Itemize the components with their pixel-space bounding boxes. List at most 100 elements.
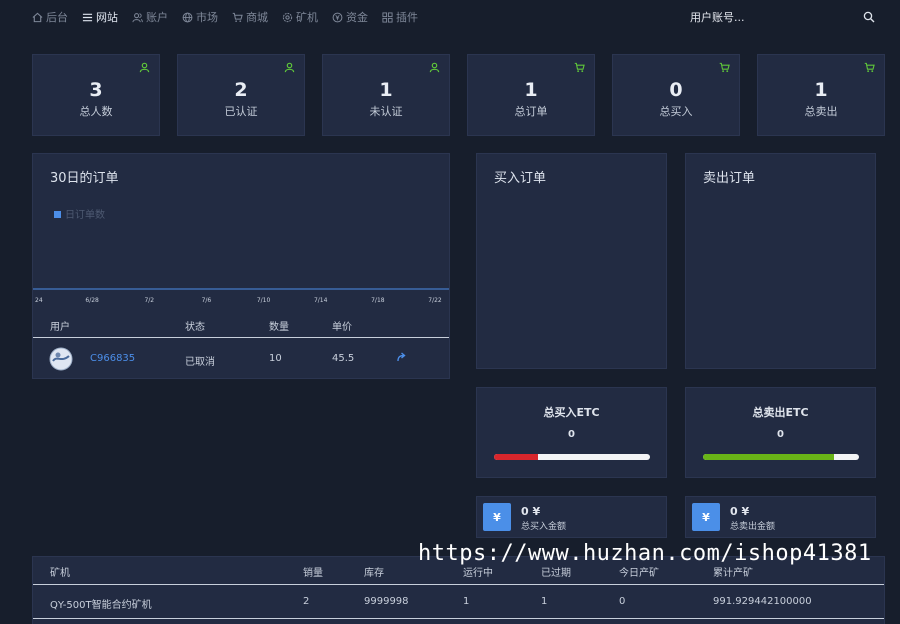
table-header-today: 今日产矿 xyxy=(619,568,659,579)
table-header-expired: 已过期 xyxy=(541,568,571,579)
gear-icon xyxy=(282,12,293,22)
orders-panel: 30日的订单 日订单数 24 6/28 7/2 7/6 7/10 7/14 7/18 7/22… xyxy=(32,153,450,379)
table-header-sold: 销量 xyxy=(303,568,323,579)
summary-value: 0 xyxy=(777,429,784,440)
legend-swatch xyxy=(54,211,61,218)
nav-item-funds[interactable]: 资金 xyxy=(332,9,368,25)
order-user-link[interactable]: C966835 xyxy=(90,353,135,364)
nav-item-accounts[interactable]: 账户 xyxy=(132,9,168,25)
nav-item-label: 资金 xyxy=(346,11,368,24)
money-label: 总买入金额 xyxy=(521,522,567,532)
miner-stock: 9999998 xyxy=(364,596,409,607)
table-divider xyxy=(33,337,449,338)
table-divider xyxy=(33,618,884,619)
table-header-running: 运行中 xyxy=(463,568,493,579)
share-icon[interactable] xyxy=(396,352,406,362)
miner-today: 0 xyxy=(619,596,626,607)
table-header-user: 用户 xyxy=(50,322,70,333)
miner-running: 1 xyxy=(463,596,470,607)
x-tick-label: 7/10 xyxy=(257,297,271,304)
x-tick-label: 24 xyxy=(35,297,43,304)
cart-icon xyxy=(574,62,585,73)
nav-item-label: 商城 xyxy=(246,11,268,24)
stat-card-total-buy: 0 总买入 xyxy=(612,54,740,136)
miner-expired: 1 xyxy=(541,596,548,607)
list-icon xyxy=(82,13,93,21)
nav-item-label: 后台 xyxy=(46,11,68,24)
nav-item-label: 插件 xyxy=(396,11,418,24)
nav-item-label: 市场 xyxy=(196,11,218,24)
sell-progress-fill xyxy=(703,454,835,460)
order-price: 45.5 xyxy=(332,353,355,364)
stat-value: 1 xyxy=(814,79,828,101)
nav-item-market[interactable]: 市场 xyxy=(182,9,218,25)
stat-card-verified: 2 已认证 xyxy=(177,54,305,136)
nav-item-label: 矿机 xyxy=(296,11,318,24)
buy-orders-panel: 买入订单 xyxy=(476,153,667,369)
coin-icon xyxy=(332,12,343,22)
table-header-qty: 数量 xyxy=(269,322,289,333)
stat-card-total-orders: 1 总订单 xyxy=(467,54,595,136)
nav-item-plugins[interactable]: 插件 xyxy=(382,9,418,25)
cart-icon xyxy=(232,12,243,22)
globe-icon xyxy=(182,12,193,22)
order-status: 已取消 xyxy=(185,357,215,368)
miners-table: 矿机 销量 库存 运行中 已过期 今日产矿 累计产矿 QY-500T智能合约矿机… xyxy=(32,556,885,624)
watermark: https://www.huzhan.com/ishop41381 xyxy=(418,541,872,566)
cart-icon xyxy=(864,62,875,73)
x-tick-label: 7/2 xyxy=(144,297,154,304)
buy-progress-fill xyxy=(494,454,538,460)
grid-icon xyxy=(382,11,393,23)
x-tick-label: 7/18 xyxy=(371,297,385,304)
money-value: 0 ¥ xyxy=(521,505,541,518)
user-icon xyxy=(284,62,295,73)
table-divider xyxy=(33,584,884,585)
table-header-status: 状态 xyxy=(185,322,205,333)
stat-value: 0 xyxy=(669,79,683,101)
yen-icon: ¥ xyxy=(483,503,511,531)
stat-value: 1 xyxy=(524,79,538,101)
stat-value: 2 xyxy=(234,79,248,101)
search-input[interactable] xyxy=(690,9,850,25)
panel-title: 买入订单 xyxy=(494,171,547,186)
stat-label: 已认证 xyxy=(224,105,258,118)
miner-name: QY-500T智能合约矿机 xyxy=(50,600,152,611)
nav-item-mall[interactable]: 商城 xyxy=(232,9,268,25)
stat-label: 总买入 xyxy=(659,105,693,118)
nav-item-label: 网站 xyxy=(96,11,118,24)
cart-icon xyxy=(719,62,730,73)
table-header-price: 单价 xyxy=(332,322,352,333)
stat-card-total-users: 3 总人数 xyxy=(32,54,160,136)
nav-item-dashboard[interactable]: 后台 xyxy=(32,9,68,25)
stat-card-total-sell: 1 总卖出 xyxy=(757,54,885,136)
sell-orders-panel: 卖出订单 xyxy=(685,153,876,369)
nav-item-website[interactable]: 网站 xyxy=(82,9,118,25)
sell-progress-bar xyxy=(703,454,859,460)
summary-value: 0 xyxy=(568,429,575,440)
yen-icon: ¥ xyxy=(692,503,720,531)
stat-label: 总人数 xyxy=(79,105,113,118)
panel-title: 卖出订单 xyxy=(703,171,756,186)
x-tick-label: 7/6 xyxy=(202,297,212,304)
x-tick-label: 7/14 xyxy=(314,297,328,304)
total-buy-amount-panel: ¥ 0 ¥ 总买入金额 xyxy=(476,496,667,538)
miner-sold: 2 xyxy=(303,596,310,607)
table-header-miner: 矿机 xyxy=(50,568,70,579)
nav-item-miners[interactable]: 矿机 xyxy=(282,9,318,25)
stat-label: 总订单 xyxy=(514,105,548,118)
search-icon[interactable] xyxy=(863,11,875,23)
legend-label: 日订单数 xyxy=(65,208,105,221)
avatar xyxy=(49,347,73,371)
table-header-stock: 库存 xyxy=(364,568,384,579)
miner-total: 991.929442100000 xyxy=(713,596,812,607)
order-qty: 10 xyxy=(269,353,282,364)
x-tick-label: 6/28 xyxy=(85,297,99,304)
home-icon xyxy=(32,12,43,22)
stat-value: 1 xyxy=(379,79,393,101)
buy-progress-bar xyxy=(494,454,650,460)
summary-title: 总买入ETC xyxy=(543,406,600,419)
stat-value: 3 xyxy=(89,79,103,101)
table-header-total: 累计产矿 xyxy=(713,568,753,579)
users-icon xyxy=(132,12,143,22)
money-value: 0 ¥ xyxy=(730,505,750,518)
